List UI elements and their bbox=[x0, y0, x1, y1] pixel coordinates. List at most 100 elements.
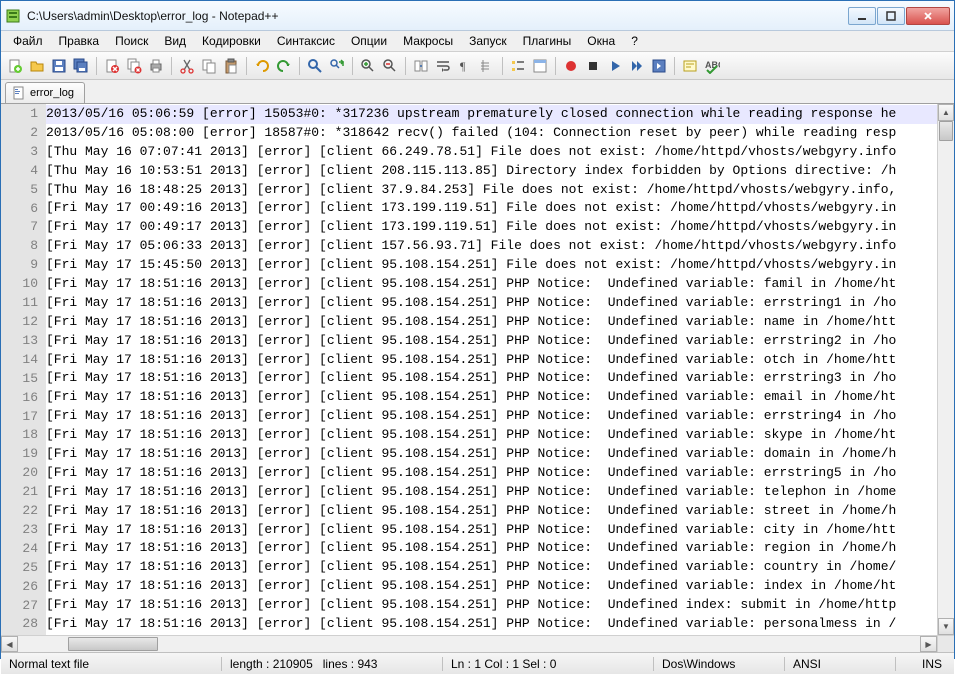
menu-view[interactable]: Вид bbox=[156, 32, 194, 50]
undo-icon[interactable] bbox=[252, 56, 272, 76]
close-all-icon[interactable] bbox=[124, 56, 144, 76]
text-line[interactable]: 2013/05/16 05:06:59 [error] 15053#0: *31… bbox=[46, 105, 937, 124]
text-line[interactable]: [Fri May 17 18:51:16 2013] [error] [clie… bbox=[46, 351, 937, 370]
text-line[interactable]: [Fri May 17 18:51:16 2013] [error] [clie… bbox=[46, 275, 937, 294]
scroll-thumb-h[interactable] bbox=[68, 637, 158, 651]
titlebar: C:\Users\admin\Desktop\error_log - Notep… bbox=[1, 1, 954, 31]
close-file-icon[interactable] bbox=[102, 56, 122, 76]
sync-scroll-icon[interactable] bbox=[411, 56, 431, 76]
status-mode: INS bbox=[896, 653, 954, 674]
scroll-right-icon[interactable]: ▶ bbox=[920, 636, 937, 652]
open-file-icon[interactable] bbox=[27, 56, 47, 76]
text-line[interactable]: [Fri May 17 18:51:16 2013] [error] [clie… bbox=[46, 426, 937, 445]
status-position: Ln : 1 Col : 1 Sel : 0 bbox=[443, 653, 653, 674]
find-icon[interactable] bbox=[305, 56, 325, 76]
tab-error-log[interactable]: error_log bbox=[5, 82, 85, 103]
menu-help[interactable]: ? bbox=[623, 32, 646, 50]
text-line[interactable]: [Fri May 17 18:51:16 2013] [error] [clie… bbox=[46, 464, 937, 483]
status-encoding: ANSI bbox=[785, 653, 895, 674]
text-line[interactable]: [Fri May 17 18:51:16 2013] [error] [clie… bbox=[46, 596, 937, 615]
spellcheck-icon[interactable]: ABC bbox=[702, 56, 722, 76]
replace-icon[interactable] bbox=[327, 56, 347, 76]
text-line[interactable]: [Fri May 17 00:49:16 2013] [error] [clie… bbox=[46, 199, 937, 218]
menu-macro[interactable]: Макросы bbox=[395, 32, 461, 50]
menu-search[interactable]: Поиск bbox=[107, 32, 156, 50]
text-line[interactable]: [Thu May 16 18:48:25 2013] [error] [clie… bbox=[46, 181, 937, 200]
text-line[interactable]: [Fri May 17 00:49:17 2013] [error] [clie… bbox=[46, 218, 937, 237]
save-all-icon[interactable] bbox=[71, 56, 91, 76]
save-icon[interactable] bbox=[49, 56, 69, 76]
indent-guide-icon[interactable] bbox=[477, 56, 497, 76]
zoom-out-icon[interactable] bbox=[380, 56, 400, 76]
file-icon bbox=[12, 86, 26, 100]
macro-play-icon[interactable] bbox=[605, 56, 625, 76]
text-line[interactable]: [Fri May 17 18:51:16 2013] [error] [clie… bbox=[46, 558, 937, 577]
editor: 1234567891011121314151617181920212223242… bbox=[1, 104, 954, 635]
word-wrap-icon[interactable] bbox=[433, 56, 453, 76]
scroll-up-icon[interactable]: ▲ bbox=[938, 104, 954, 121]
cut-icon[interactable] bbox=[177, 56, 197, 76]
menu-run[interactable]: Запуск bbox=[461, 32, 515, 50]
text-line[interactable]: [Fri May 17 18:51:16 2013] [error] [clie… bbox=[46, 539, 937, 558]
app-icon bbox=[5, 8, 21, 24]
text-line[interactable]: [Fri May 17 18:51:16 2013] [error] [clie… bbox=[46, 577, 937, 596]
menu-window[interactable]: Окна bbox=[579, 32, 623, 50]
text-line[interactable]: [Fri May 17 15:45:50 2013] [error] [clie… bbox=[46, 256, 937, 275]
macro-play-multi-icon[interactable] bbox=[627, 56, 647, 76]
minimize-button[interactable] bbox=[848, 7, 876, 25]
menu-plugins[interactable]: Плагины bbox=[515, 32, 580, 50]
console-icon[interactable] bbox=[680, 56, 700, 76]
text-line[interactable]: [Fri May 17 18:51:16 2013] [error] [clie… bbox=[46, 369, 937, 388]
text-line[interactable]: [Thu May 16 10:53:51 2013] [error] [clie… bbox=[46, 162, 937, 181]
text-line[interactable]: [Fri May 17 18:51:16 2013] [error] [clie… bbox=[46, 313, 937, 332]
menu-edit[interactable]: Правка bbox=[51, 32, 108, 50]
macro-stop-icon[interactable] bbox=[583, 56, 603, 76]
svg-text:ABC: ABC bbox=[705, 60, 720, 70]
doc-map-icon[interactable] bbox=[530, 56, 550, 76]
text-line[interactable]: [Fri May 17 18:51:16 2013] [error] [clie… bbox=[46, 445, 937, 464]
text-line[interactable]: [Fri May 17 18:51:16 2013] [error] [clie… bbox=[46, 502, 937, 521]
menu-settings[interactable]: Опции bbox=[343, 32, 395, 50]
menubar: Файл Правка Поиск Вид Кодировки Синтакси… bbox=[1, 31, 954, 52]
vertical-scrollbar[interactable]: ▲ ▼ bbox=[937, 104, 954, 635]
status-length: length : 210905 lines : 943 bbox=[222, 653, 442, 674]
menu-encoding[interactable]: Кодировки bbox=[194, 32, 269, 50]
statusbar: Normal text file length : 210905 lines :… bbox=[1, 652, 954, 674]
text-line[interactable]: [Fri May 17 18:51:16 2013] [error] [clie… bbox=[46, 483, 937, 502]
tab-label: error_log bbox=[30, 87, 74, 99]
scroll-down-icon[interactable]: ▼ bbox=[938, 618, 954, 635]
macro-save-icon[interactable] bbox=[649, 56, 669, 76]
text-line[interactable]: 2013/05/16 05:08:00 [error] 18587#0: *31… bbox=[46, 124, 937, 143]
paste-icon[interactable] bbox=[221, 56, 241, 76]
print-icon[interactable] bbox=[146, 56, 166, 76]
text-line[interactable]: [Thu May 16 07:07:41 2013] [error] [clie… bbox=[46, 143, 937, 162]
menu-language[interactable]: Синтаксис bbox=[269, 32, 343, 50]
text-line[interactable]: [Fri May 17 18:51:16 2013] [error] [clie… bbox=[46, 332, 937, 351]
text-area[interactable]: 2013/05/16 05:06:59 [error] 15053#0: *31… bbox=[46, 104, 937, 635]
text-line[interactable]: [Fri May 17 18:51:16 2013] [error] [clie… bbox=[46, 615, 937, 634]
svg-text:¶: ¶ bbox=[460, 59, 466, 73]
zoom-in-icon[interactable] bbox=[358, 56, 378, 76]
status-filetype: Normal text file bbox=[1, 653, 221, 674]
copy-icon[interactable] bbox=[199, 56, 219, 76]
new-file-icon[interactable] bbox=[5, 56, 25, 76]
redo-icon[interactable] bbox=[274, 56, 294, 76]
tabbar: error_log bbox=[1, 80, 954, 104]
macro-record-icon[interactable] bbox=[561, 56, 581, 76]
menu-file[interactable]: Файл bbox=[5, 32, 51, 50]
horizontal-scrollbar[interactable]: ◀ ▶ bbox=[1, 635, 954, 652]
maximize-button[interactable] bbox=[877, 7, 905, 25]
text-line[interactable]: [Fri May 17 05:06:33 2013] [error] [clie… bbox=[46, 237, 937, 256]
scroll-thumb-v[interactable] bbox=[939, 121, 953, 141]
show-all-chars-icon[interactable]: ¶ bbox=[455, 56, 475, 76]
text-line[interactable]: [Fri May 17 18:51:16 2013] [error] [clie… bbox=[46, 388, 937, 407]
toolbar: ¶ ABC bbox=[1, 52, 954, 80]
status-eol: Dos\Windows bbox=[654, 653, 784, 674]
text-line[interactable]: [Fri May 17 18:51:16 2013] [error] [clie… bbox=[46, 294, 937, 313]
scroll-left-icon[interactable]: ◀ bbox=[1, 636, 18, 652]
window-title: C:\Users\admin\Desktop\error_log - Notep… bbox=[27, 9, 847, 23]
text-line[interactable]: [Fri May 17 18:51:16 2013] [error] [clie… bbox=[46, 521, 937, 540]
close-button[interactable] bbox=[906, 7, 950, 25]
text-line[interactable]: [Fri May 17 18:51:16 2013] [error] [clie… bbox=[46, 407, 937, 426]
function-list-icon[interactable] bbox=[508, 56, 528, 76]
